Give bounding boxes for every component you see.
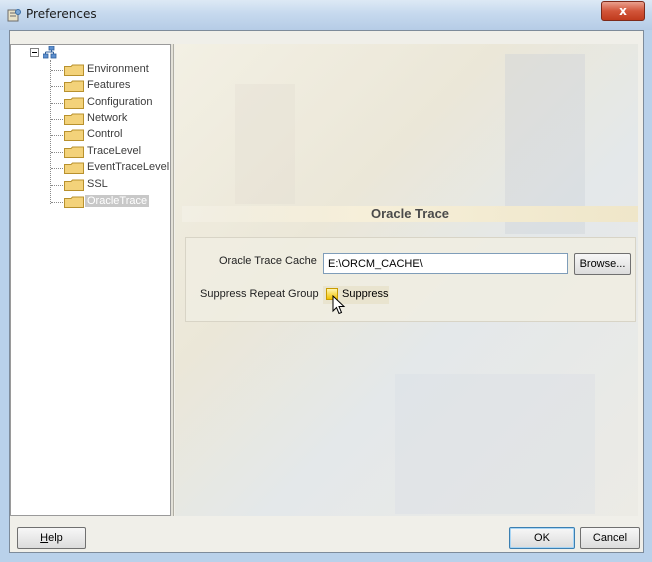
folder-icon — [64, 97, 84, 109]
folder-icon — [64, 129, 84, 141]
folder-icon — [64, 80, 84, 92]
help-mnemonic: H — [40, 532, 49, 544]
tree-item-ssl[interactable]: SSL — [51, 177, 171, 193]
tree-item-label: SSL — [87, 178, 108, 190]
suppress-label: Suppress Repeat Group — [200, 288, 319, 300]
close-button[interactable]: x — [601, 1, 645, 21]
folder-icon — [64, 196, 84, 208]
preferences-window: Preferences x Environment Features Confi… — [0, 0, 652, 562]
section-title: Oracle Trace — [370, 206, 450, 221]
cache-label: Oracle Trace Cache — [219, 255, 317, 267]
title-bar[interactable]: Preferences x — [0, 0, 652, 30]
tree-item-label: TraceLevel — [87, 145, 142, 157]
cancel-button[interactable]: Cancel — [580, 527, 640, 549]
collapse-icon[interactable] — [30, 48, 39, 57]
tree-item-label: EventTraceLevel — [87, 161, 170, 173]
tree-item-environment[interactable]: Environment — [51, 62, 171, 78]
oracle-trace-form — [185, 237, 636, 322]
ok-button[interactable]: OK — [509, 527, 575, 549]
tree-item-features[interactable]: Features — [51, 78, 171, 94]
network-icon — [43, 46, 57, 59]
tree-item-label: Features — [87, 79, 131, 91]
tree-connector — [51, 70, 63, 71]
tree-connector — [51, 119, 63, 120]
folder-icon — [64, 113, 84, 125]
tree-item-control[interactable]: Control — [51, 127, 171, 143]
tree-connector — [51, 86, 63, 87]
help-button[interactable]: Help — [17, 527, 86, 549]
tree-item-label: OracleTrace — [85, 195, 150, 207]
browse-button[interactable]: Browse... — [574, 253, 631, 275]
tree-item-network[interactable]: Network — [51, 111, 171, 127]
tree-connector — [51, 103, 63, 104]
panel-splitter[interactable] — [171, 44, 174, 516]
tree-item-tracelevel[interactable]: TraceLevel — [51, 144, 171, 160]
cache-path-input[interactable] — [323, 253, 568, 274]
mouse-cursor-icon — [332, 295, 346, 315]
tree-item-label: Environment — [87, 63, 149, 75]
background-decoration — [235, 84, 295, 204]
close-icon: x — [619, 4, 627, 18]
window-title: Preferences — [26, 7, 97, 21]
tree-item-configuration[interactable]: Configuration — [51, 95, 171, 111]
folder-icon — [64, 146, 84, 158]
tree-item-oracletrace[interactable]: OracleTrace — [51, 194, 171, 210]
tree-connector — [51, 152, 63, 153]
folder-icon — [64, 162, 84, 174]
background-decoration — [395, 374, 595, 514]
tree-connector — [51, 168, 63, 169]
tree-item-label: Network — [87, 112, 128, 124]
tree-connector — [51, 135, 63, 136]
app-icon — [7, 9, 21, 22]
tree-connector — [51, 185, 63, 186]
folder-icon — [64, 179, 84, 191]
tree-connector — [51, 202, 63, 203]
folder-icon — [64, 64, 84, 76]
suppress-checkbox-label[interactable]: Suppress — [342, 288, 388, 300]
tree-item-label: Control — [87, 128, 123, 140]
tree-item-eventtracelevel[interactable]: EventTraceLevel — [51, 160, 171, 176]
help-label: elp — [48, 532, 63, 544]
tree-item-label: Configuration — [87, 96, 153, 108]
